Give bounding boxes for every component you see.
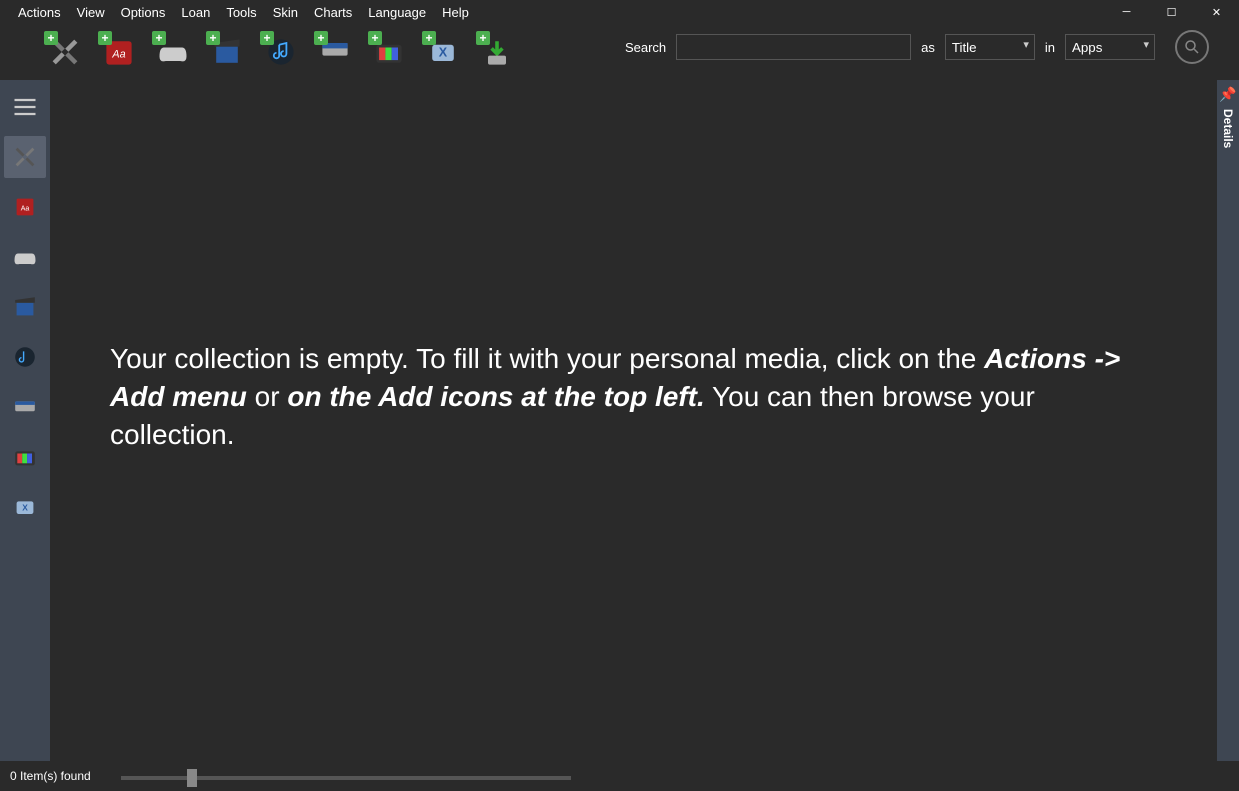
menu-loan[interactable]: Loan <box>173 3 218 22</box>
svg-text:Aa: Aa <box>111 48 125 60</box>
sidebar-left: Aa X <box>0 80 50 761</box>
menu-charts[interactable]: Charts <box>306 3 360 22</box>
svg-text:Aa: Aa <box>21 206 30 213</box>
as-select[interactable]: Title <box>945 34 1035 60</box>
as-label: as <box>921 40 935 55</box>
sidebar-right: 📌 Details <box>1217 80 1239 761</box>
sidebar-console[interactable] <box>4 386 46 428</box>
zoom-slider-container <box>121 769 571 783</box>
add-music-button[interactable]: + <box>254 27 308 77</box>
add-gamepad-button[interactable]: + <box>146 27 200 77</box>
sidebar-music[interactable] <box>4 336 46 378</box>
menu-actions[interactable]: Actions <box>10 3 69 22</box>
svg-text:X: X <box>439 46 448 60</box>
sidebar-xbmc[interactable]: X <box>4 486 46 528</box>
add-download-button[interactable]: + <box>470 27 524 77</box>
window-controls: ─ ☐ ✕ <box>1104 0 1239 24</box>
in-label: in <box>1045 40 1055 55</box>
empty-text-2: or <box>247 381 287 412</box>
status-text: 0 Item(s) found <box>10 769 91 783</box>
search-button[interactable] <box>1175 30 1209 64</box>
in-select[interactable]: Apps <box>1065 34 1155 60</box>
add-tools-button[interactable]: + <box>38 27 92 77</box>
add-tv-button[interactable]: + <box>362 27 416 77</box>
pin-icon[interactable]: 📌 <box>1219 86 1236 103</box>
main: Aa X Your collection is empty. To fill i… <box>0 80 1239 761</box>
add-xbmc-button[interactable]: +X <box>416 27 470 77</box>
zoom-slider[interactable] <box>121 776 571 780</box>
add-console-button[interactable]: + <box>308 27 362 77</box>
search-label: Search <box>625 40 666 55</box>
details-panel-toggle[interactable]: Details <box>1221 109 1235 148</box>
menubar: Actions View Options Loan Tools Skin Cha… <box>0 0 1239 24</box>
sidebar-gamepad[interactable] <box>4 236 46 278</box>
menu-tools[interactable]: Tools <box>218 3 264 22</box>
empty-message: Your collection is empty. To fill it wit… <box>110 340 1157 453</box>
menu-options[interactable]: Options <box>113 3 174 22</box>
search-input[interactable] <box>676 34 911 60</box>
toolbar: + +Aa + + + + + +X + Search as Title in … <box>0 24 1239 80</box>
empty-bold-2: on the Add icons at the top left. <box>287 381 704 412</box>
menu-help[interactable]: Help <box>434 3 477 22</box>
statusbar: 0 Item(s) found <box>0 761 1239 791</box>
svg-text:X: X <box>22 503 28 513</box>
menu-view[interactable]: View <box>69 3 113 22</box>
empty-text-1: Your collection is empty. To fill it wit… <box>110 343 984 374</box>
search-icon <box>1183 38 1201 56</box>
menu-skin[interactable]: Skin <box>265 3 306 22</box>
sidebar-movie[interactable] <box>4 286 46 328</box>
maximize-button[interactable]: ☐ <box>1149 0 1194 24</box>
sidebar-menu-button[interactable] <box>4 86 46 128</box>
add-movie-button[interactable]: + <box>200 27 254 77</box>
minimize-button[interactable]: ─ <box>1104 0 1149 24</box>
sidebar-tv[interactable] <box>4 436 46 478</box>
sidebar-book[interactable]: Aa <box>4 186 46 228</box>
menu-language[interactable]: Language <box>360 3 434 22</box>
close-button[interactable]: ✕ <box>1194 0 1239 24</box>
search-area: Search as Title in Apps <box>625 30 1209 64</box>
sidebar-tools[interactable] <box>4 136 46 178</box>
content-area: Your collection is empty. To fill it wit… <box>50 80 1217 761</box>
add-book-button[interactable]: +Aa <box>92 27 146 77</box>
